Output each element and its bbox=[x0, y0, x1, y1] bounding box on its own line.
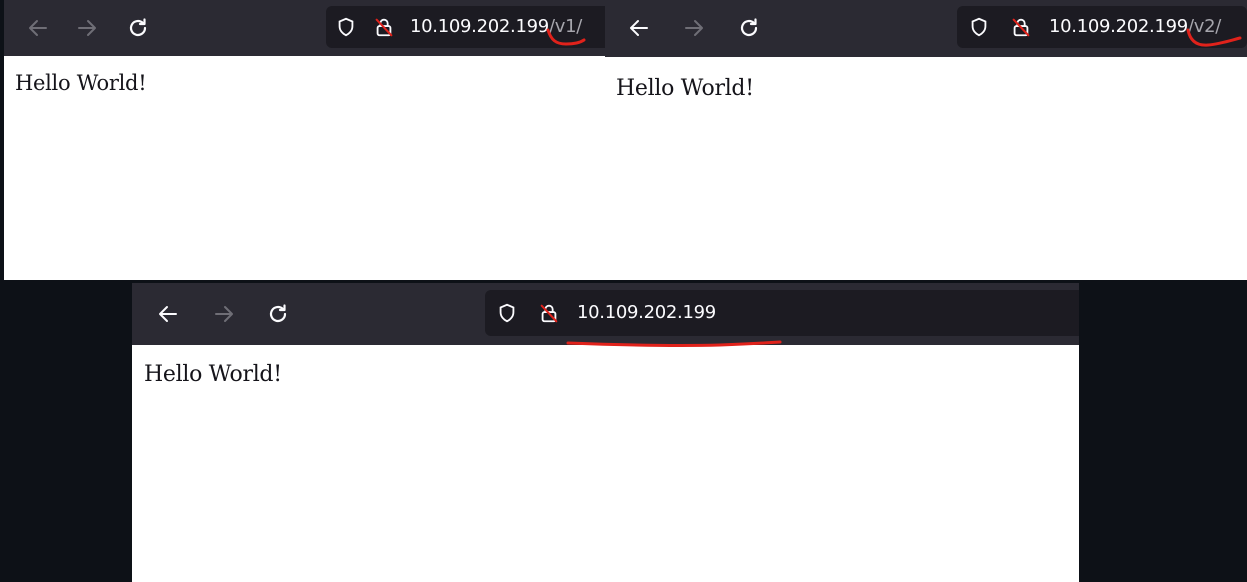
annotation-underline-root bbox=[566, 340, 782, 347]
